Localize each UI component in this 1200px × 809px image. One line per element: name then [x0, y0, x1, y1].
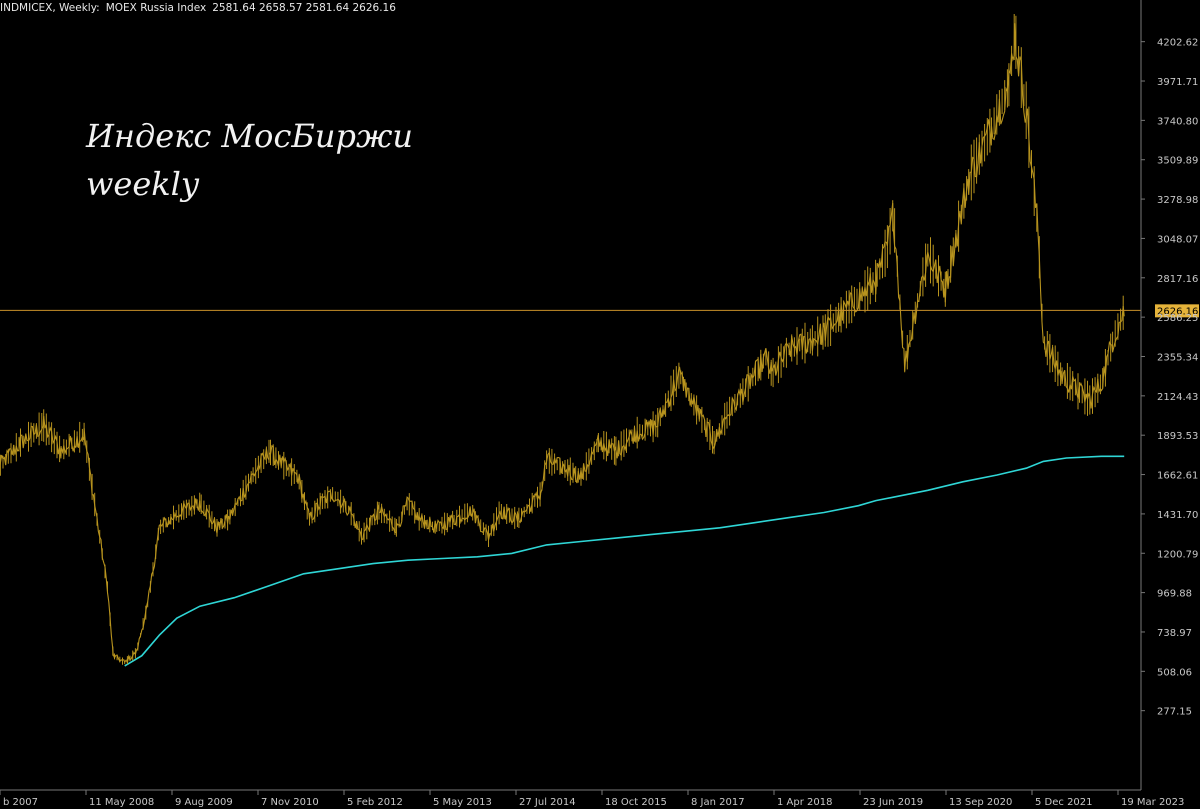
chart-window[interactable]: INDMICEX, Weekly: MOEX Russia Index 2581.6… — [0, 0, 1200, 809]
y-tick-label: 508.06 — [1157, 667, 1192, 678]
y-tick-label: 2817.16 — [1157, 274, 1198, 285]
x-tick-label: 9 Aug 2009 — [175, 797, 233, 808]
x-tick-label: 27 Jul 2014 — [519, 797, 576, 808]
x-axis: b 2007 11 May 2008 9 Aug 2009 7 Nov 2010 5 F… — [0, 789, 1184, 808]
y-tick-label: 2586.25 — [1157, 313, 1198, 324]
x-tick-label: 5 Dec 2021 — [1035, 797, 1093, 808]
y-tick-label: 3278.98 — [1157, 195, 1198, 206]
y-tick-label: 277.15 — [1157, 707, 1192, 718]
price-series-line — [0, 23, 1125, 665]
x-tick-label: 5 May 2013 — [433, 797, 492, 808]
y-tick-label: 4202.62 — [1157, 38, 1198, 49]
y-tick-label: 1893.53 — [1157, 431, 1198, 442]
price-layer — [0, 14, 1125, 665]
current-price-layer: 2626.16 — [0, 304, 1199, 318]
moving-average-line — [124, 455, 1125, 667]
moving-average-layer — [124, 455, 1125, 667]
y-tick-label: 3740.80 — [1157, 116, 1198, 127]
x-tick-label: 11 May 2008 — [89, 797, 154, 808]
x-tick-label: 8 Jan 2017 — [691, 797, 745, 808]
x-tick-label: 23 Jun 2019 — [863, 797, 923, 808]
y-tick-label: 1200.79 — [1157, 549, 1198, 560]
y-tick-label: 1431.70 — [1157, 510, 1198, 521]
y-tick-label: 969.88 — [1157, 589, 1192, 600]
y-axis: 277.15 508.06 738.97 969.88 1200.79 1431.70 16… — [1140, 0, 1198, 790]
y-tick-label: 3048.07 — [1157, 234, 1198, 245]
x-tick-label: 7 Nov 2010 — [261, 797, 319, 808]
x-tick-label: 13 Sep 2020 — [949, 797, 1012, 808]
price-chart[interactable]: 2626.16 277.15 508.06 738.97 969.88 1200.79 1… — [0, 0, 1200, 809]
y-tick-label: 738.97 — [1157, 628, 1192, 639]
y-tick-label: 1662.61 — [1157, 471, 1198, 482]
y-tick-label: 2355.34 — [1157, 352, 1198, 363]
x-tick-label: 5 Feb 2012 — [347, 797, 403, 808]
y-tick-label: 2124.43 — [1157, 392, 1198, 403]
x-tick-label: 19 Mar 2023 — [1121, 797, 1184, 808]
x-tick-label: 1 Apr 2018 — [777, 797, 832, 808]
x-tick-label: 18 Oct 2015 — [605, 797, 667, 808]
y-tick-label: 3509.89 — [1157, 156, 1198, 167]
y-tick-label: 3971.71 — [1157, 77, 1198, 88]
x-tick-label: b 2007 — [3, 797, 38, 808]
